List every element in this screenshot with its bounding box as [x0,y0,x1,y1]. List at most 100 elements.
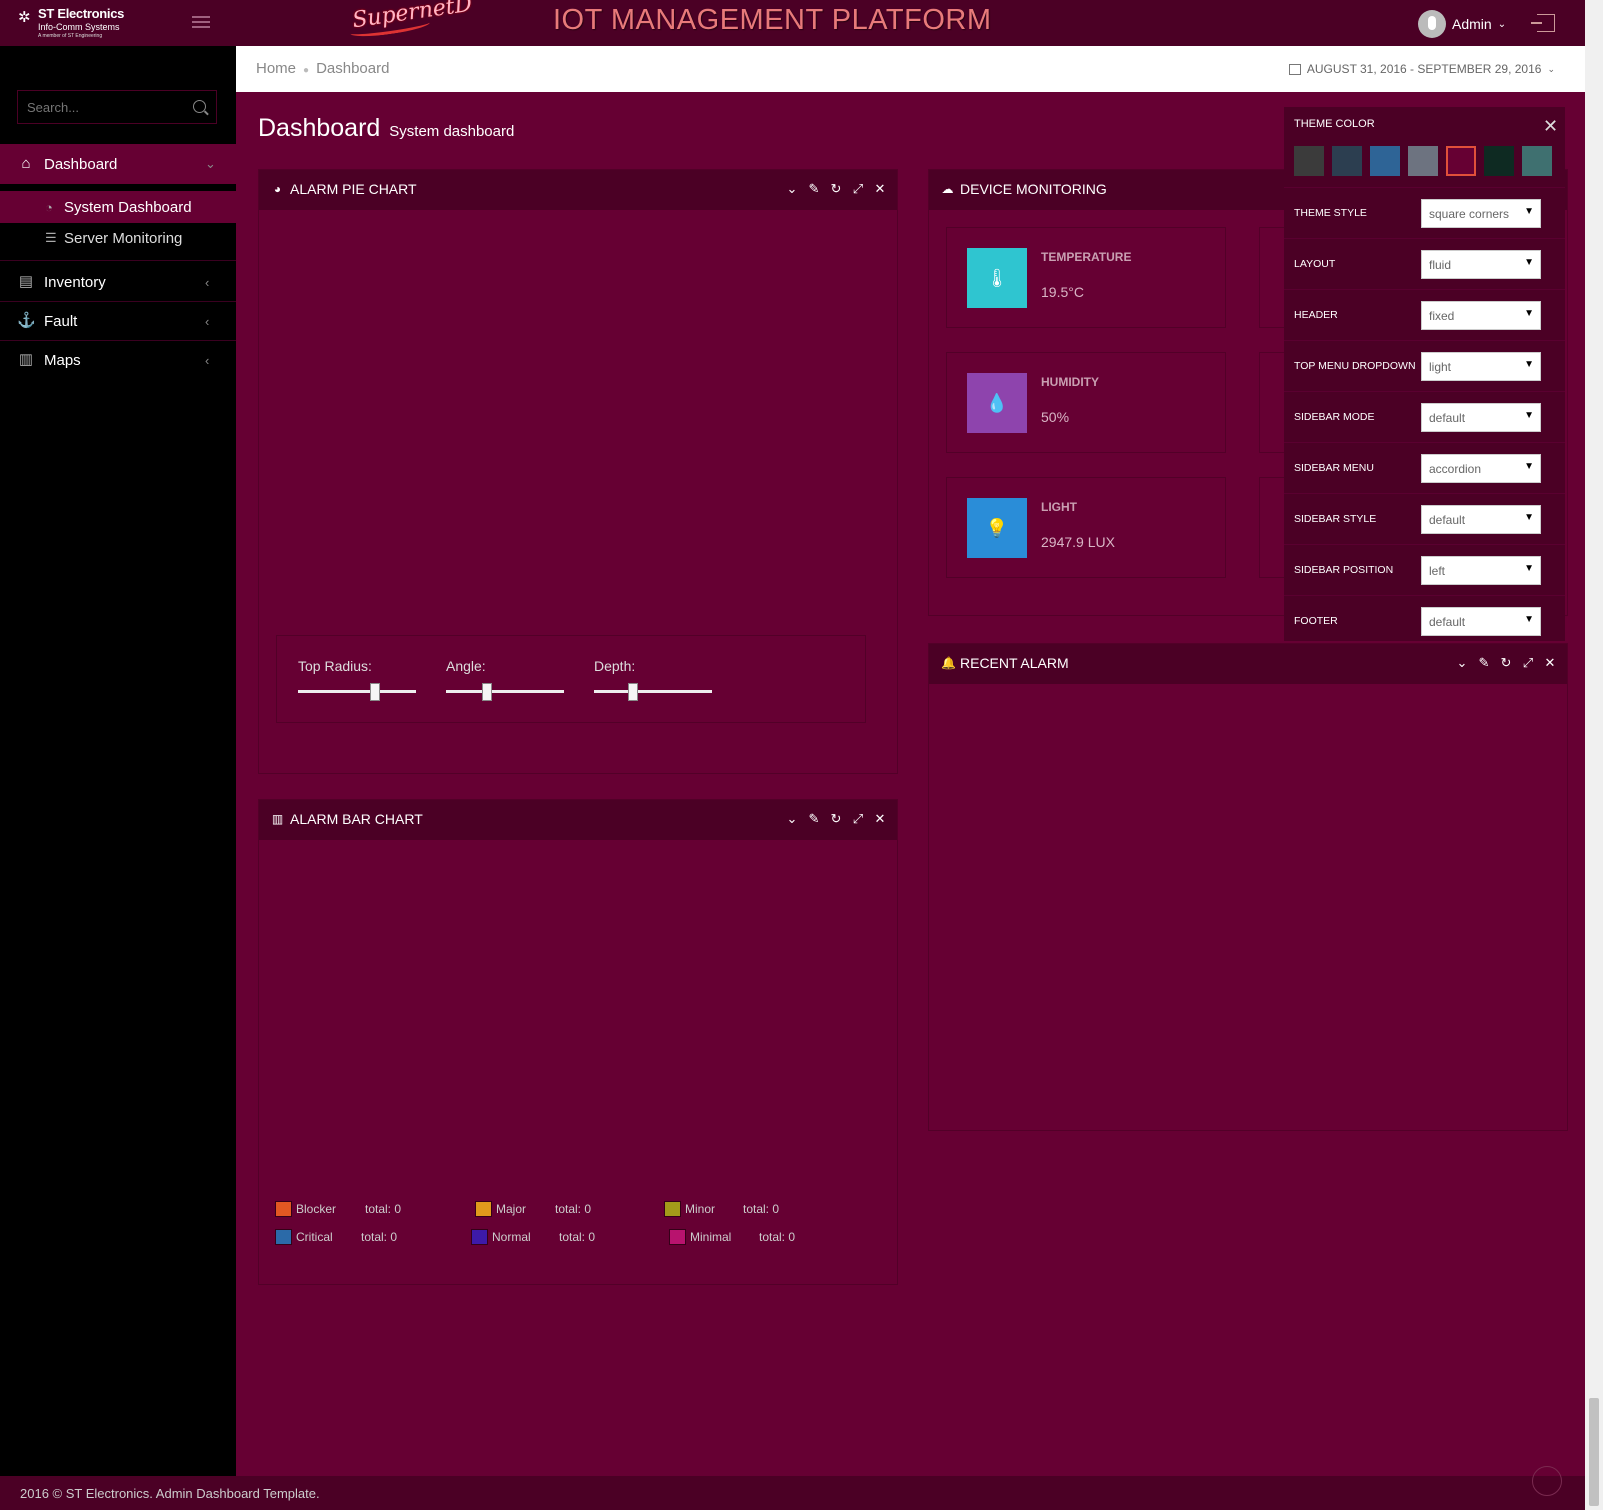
alarm-pie-chart-panel: ◕ ALARM PIE CHART ⌄ ✎ ↻ ⤢ ✕ Top Radius: … [258,169,898,774]
wrench-icon[interactable]: ✎ [807,811,821,827]
header-row: HEADER fixed ▼ [1284,289,1565,339]
dropdown-arrow-icon: ▼ [1524,206,1534,217]
slider-handle[interactable] [482,683,492,701]
top-radius-slider[interactable]: Top Radius: [298,658,418,701]
theme-swatch[interactable] [1294,146,1324,176]
scroll-to-top-button[interactable] [1532,1466,1562,1496]
legend-swatch [275,1201,292,1217]
slider-handle[interactable] [370,683,380,701]
slider-track[interactable] [594,690,712,693]
slider-track[interactable] [446,690,564,693]
scrollbar-thumb[interactable] [1589,1398,1599,1506]
dropdown-arrow-icon: ▼ [1524,410,1534,421]
sidebar-item-server-monitoring[interactable]: ☰ Server Monitoring [0,222,236,254]
theme-swatch[interactable] [1332,146,1362,176]
sidebar-mode-row: SIDEBAR MODE default ▼ [1284,391,1565,441]
footer-text: 2016 © ST Electronics. Admin Dashboard T… [20,1486,320,1501]
user-menu[interactable]: Admin ⌄ [1418,10,1506,38]
fullscreen-icon[interactable]: ⤢ [851,181,865,197]
collapse-icon[interactable]: ⌄ [785,811,799,827]
refresh-icon[interactable]: ↻ [829,811,843,827]
breadcrumb-separator: ● [303,65,310,76]
legend-item: Minimal total: 0 [669,1229,795,1245]
legend-swatch [664,1201,681,1217]
wrench-icon[interactable]: ✎ [807,181,821,197]
legend-total: total: 0 [559,1230,596,1244]
breadcrumb-home[interactable]: Home [256,60,296,77]
close-icon[interactable]: ✕ [1543,655,1557,671]
panel-tools: ⌄ ✎ ↻ ⤢ ✕ [785,811,887,827]
theme-swatch[interactable] [1484,146,1514,176]
sidebar-menu-select[interactable]: accordion ▼ [1421,454,1541,483]
sidebar-item-label: Fault [44,312,78,330]
select-value: light [1429,360,1452,374]
top-menu-dropdown-select[interactable]: light ▼ [1421,352,1541,381]
bell-icon: 🔔 [941,655,956,670]
refresh-icon[interactable]: ↻ [1499,655,1513,671]
fullscreen-icon[interactable]: ⤢ [851,811,865,827]
theme-settings-panel: THEME COLOR ✕ THEME STYLE square corners… [1284,107,1565,641]
refresh-icon[interactable]: ↻ [829,181,843,197]
page-scrollbar[interactable] [1585,0,1603,1510]
footer-select[interactable]: default ▼ [1421,607,1541,636]
legend-label: Normal [492,1230,531,1244]
sidebar-item-fault[interactable]: ⚓ Fault ‹ [0,301,236,341]
setting-label: LAYOUT [1294,258,1336,270]
collapse-icon[interactable]: ⌄ [785,181,799,197]
sidebar-mode-select[interactable]: default ▼ [1421,403,1541,432]
theme-swatch[interactable] [1522,146,1552,176]
chevron-down-icon: ⌄ [205,156,216,171]
date-range-picker[interactable]: AUGUST 31, 2016 - SEPTEMBER 29, 2016 ⌄ [1288,62,1555,76]
stat-name: TEMPERATURE [1041,250,1132,264]
legend-total: total: 0 [365,1202,402,1216]
legend-label: Critical [296,1230,333,1244]
menu-toggle-icon[interactable] [192,13,210,31]
breadcrumb-current: Dashboard [316,60,390,77]
chevron-down-icon: ⌄ [1497,18,1507,30]
wrench-icon[interactable]: ✎ [1477,655,1491,671]
close-icon[interactable]: ✕ [873,181,887,197]
slider-track[interactable] [298,690,416,693]
close-icon[interactable]: ✕ [1543,117,1558,135]
stat-name: HUMIDITY [1041,375,1099,389]
alarm-bar-chart-panel: ▥ ALARM BAR CHART ⌄ ✎ ↻ ⤢ ✕ Blocker tota… [258,799,898,1285]
light-card: 💡 LIGHT 2947.9 LUX [946,477,1226,578]
dropdown-arrow-icon: ▼ [1524,512,1534,523]
panel-title: 🔔 RECENT ALARM [941,655,1069,671]
sidebar-item-dashboard[interactable]: ⌂ Dashboard ⌄ [0,144,236,184]
select-value: default [1429,411,1466,425]
logout-icon[interactable] [1531,14,1555,32]
close-icon[interactable]: ✕ [873,811,887,827]
map-icon: ▥ [18,351,34,368]
search-icon[interactable] [193,100,206,113]
stat-name: LIGHT [1041,500,1077,514]
legend-item: Blocker total: 0 [275,1201,401,1217]
sidebar-item-system-dashboard[interactable]: ◔ System Dashboard [0,191,236,223]
select-value: square corners [1429,207,1510,221]
theme-swatch[interactable] [1446,146,1476,176]
search-input[interactable] [18,91,178,123]
angle-slider[interactable]: Angle: [446,658,566,701]
st-electronics-logo[interactable]: ✲ ST Electronics Info-Comm Systems A mem… [18,6,128,40]
depth-slider[interactable]: Depth: [594,658,714,701]
theme-swatch[interactable] [1408,146,1438,176]
theme-color-title: THEME COLOR [1294,118,1375,130]
sidebar-item-label: Maps [44,351,81,369]
fullscreen-icon[interactable]: ⤢ [1521,655,1535,671]
theme-style-select[interactable]: square corners ▼ [1421,199,1541,228]
slider-handle[interactable] [628,683,638,701]
layout-select[interactable]: fluid ▼ [1421,250,1541,279]
header-select[interactable]: fixed ▼ [1421,301,1541,330]
panel-title-text: DEVICE MONITORING [960,181,1107,197]
theme-swatch[interactable] [1370,146,1400,176]
footer-row: FOOTER default ▼ [1284,595,1565,645]
sidebar-style-select[interactable]: default ▼ [1421,505,1541,534]
dropdown-arrow-icon: ▼ [1524,461,1534,472]
collapse-icon[interactable]: ⌄ [1455,655,1469,671]
sidebar-menu-row: SIDEBAR MENU accordion ▼ [1284,442,1565,492]
water-drop-icon: 💧 [967,373,1027,433]
sidebar-position-select[interactable]: left ▼ [1421,556,1541,585]
sidebar-item-inventory[interactable]: ▤ Inventory ‹ [0,262,236,302]
sidebar-item-maps[interactable]: ▥ Maps ‹ [0,340,236,380]
legend-swatch [275,1229,292,1245]
